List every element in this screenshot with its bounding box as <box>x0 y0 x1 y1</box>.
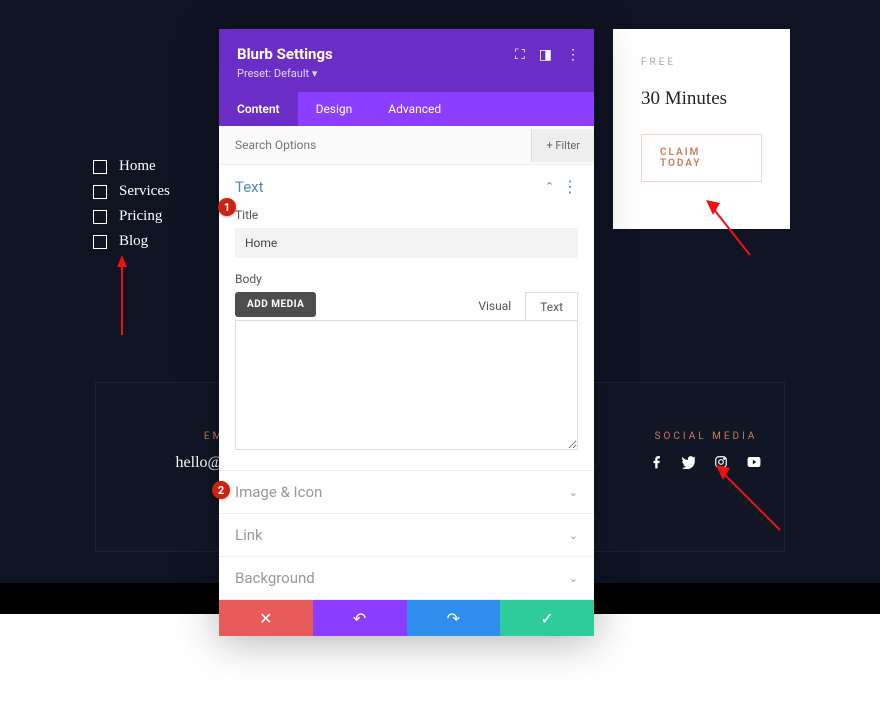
nav-label: Pricing <box>119 208 162 225</box>
panel-title: Image & Icon <box>235 483 322 501</box>
panel-image-icon: Image & Icon ⌄ <box>219 471 594 514</box>
annotation-badge-1: 1 <box>218 198 236 216</box>
modal-tabs: Content Design Advanced <box>219 92 594 126</box>
redo-icon: ↷ <box>447 609 460 628</box>
panel-title: Text <box>235 178 264 196</box>
modal-header[interactable]: Blurb Settings Preset: Default ▾ ⛶ ◨ ⋮ <box>219 29 594 92</box>
checkbox-icon <box>93 185 107 199</box>
panel-link-header[interactable]: Link ⌄ <box>219 514 594 556</box>
chevron-down-icon: ▾ <box>312 67 318 80</box>
save-button[interactable]: ✓ <box>500 600 594 636</box>
twitter-icon[interactable] <box>682 454 696 473</box>
add-media-button[interactable]: ADD MEDIA <box>235 292 316 317</box>
chevron-up-icon: ⌃ <box>545 180 554 193</box>
close-icon: ✕ <box>259 609 272 628</box>
nav-item-blog[interactable]: Blog <box>93 233 170 250</box>
checkbox-icon <box>93 210 107 224</box>
youtube-icon[interactable] <box>746 454 762 473</box>
panel-title: Background <box>235 569 315 587</box>
title-field-label: Title <box>235 208 578 222</box>
search-row: + Filter <box>219 126 594 165</box>
panel-text: Text ⌃ ⋮ Title Body ADD MEDIA Visual Text <box>219 165 594 471</box>
annotation-badge-2: 2 <box>212 481 230 499</box>
nav-item-pricing[interactable]: Pricing <box>93 208 170 225</box>
preset-dropdown[interactable]: Preset: Default ▾ <box>237 67 576 80</box>
modal-footer: ✕ ↶ ↷ ✓ <box>219 600 594 636</box>
checkbox-icon <box>93 235 107 249</box>
search-input[interactable] <box>235 126 531 164</box>
undo-button[interactable]: ↶ <box>313 600 407 636</box>
cancel-button[interactable]: ✕ <box>219 600 313 636</box>
tab-content[interactable]: Content <box>219 92 298 126</box>
panel-background-header[interactable]: Background ⌄ <box>219 557 594 599</box>
nav-item-home[interactable]: Home <box>93 158 170 175</box>
chevron-down-icon: ⌄ <box>569 486 578 499</box>
nav-item-services[interactable]: Services <box>93 183 170 200</box>
body-field-label: Body <box>235 272 578 286</box>
redo-button[interactable]: ↷ <box>407 600 501 636</box>
tab-design[interactable]: Design <box>298 92 371 126</box>
editor-tab-visual[interactable]: Visual <box>464 292 525 321</box>
check-icon: ✓ <box>540 609 553 628</box>
more-icon[interactable]: ⋮ <box>562 177 578 196</box>
nav-label: Home <box>119 158 156 175</box>
more-icon[interactable]: ⋮ <box>566 47 580 63</box>
panel-title: Link <box>235 526 263 544</box>
footer-heading: SOCIAL MEDIA <box>641 431 771 442</box>
panel-image-icon-header[interactable]: Image & Icon ⌄ <box>219 471 594 513</box>
facebook-icon[interactable] <box>650 454 664 473</box>
tab-advanced[interactable]: Advanced <box>370 92 459 126</box>
body-textarea[interactable] <box>235 320 578 450</box>
undo-icon: ↶ <box>353 609 366 628</box>
panel-text-header[interactable]: Text ⌃ ⋮ <box>219 165 594 208</box>
dock-icon[interactable]: ◨ <box>539 47 552 63</box>
instagram-icon[interactable] <box>714 454 728 473</box>
promo-label: FREE <box>641 57 762 68</box>
footer-social-column: SOCIAL MEDIA <box>641 431 771 473</box>
chevron-down-icon: ⌄ <box>569 529 578 542</box>
promo-title: 30 Minutes <box>641 88 762 110</box>
blurb-settings-modal: Blurb Settings Preset: Default ▾ ⛶ ◨ ⋮ C… <box>219 29 594 636</box>
filter-button[interactable]: + Filter <box>531 129 594 162</box>
checkbox-icon <box>93 160 107 174</box>
chevron-down-icon: ⌄ <box>569 572 578 585</box>
claim-today-button[interactable]: CLAIM TODAY <box>641 134 762 182</box>
panel-background: Background ⌄ <box>219 557 594 600</box>
nav-label: Blog <box>119 233 148 250</box>
expand-icon[interactable]: ⛶ <box>515 47 525 63</box>
promo-card: FREE 30 Minutes CLAIM TODAY <box>613 29 790 229</box>
editor-tab-text[interactable]: Text <box>525 292 578 321</box>
nav-list: Home Services Pricing Blog <box>93 158 170 258</box>
nav-label: Services <box>119 183 170 200</box>
title-input[interactable] <box>235 228 578 258</box>
panel-link: Link ⌄ <box>219 514 594 557</box>
